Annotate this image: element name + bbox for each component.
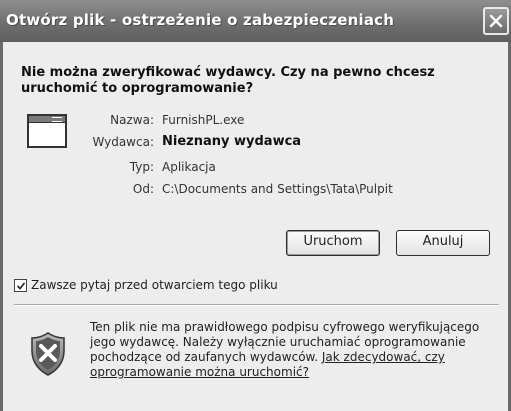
security-warning-dialog: Otwórz plik - ostrzeżenie o zabezpieczen… xyxy=(0,0,511,411)
title-bar[interactable]: Otwórz plik - ostrzeżenie o zabezpieczen… xyxy=(0,0,511,42)
window-title: Otwórz plik - ostrzeżenie o zabezpieczen… xyxy=(6,11,395,29)
type-label: Typ: xyxy=(129,160,154,174)
from-label: Od: xyxy=(132,182,154,196)
separator xyxy=(14,304,499,306)
warning-message: Ten plik nie ma prawidłowego podpisu cyf… xyxy=(90,320,490,380)
type-value: Aplikacja xyxy=(162,160,216,174)
name-value: FurnishPL.exe xyxy=(162,113,245,127)
checkmark-icon xyxy=(16,282,26,290)
always-ask-checkbox[interactable] xyxy=(14,279,27,292)
close-icon xyxy=(489,14,503,28)
publisher-label: Wydawca: xyxy=(92,135,154,149)
cancel-button[interactable]: Anuluj xyxy=(396,230,490,256)
application-window-icon xyxy=(27,114,67,148)
security-shield-icon xyxy=(31,332,65,376)
from-value: C:\Documents and Settings\Tata\Pulpit xyxy=(162,182,393,196)
name-label: Nazwa: xyxy=(110,113,154,127)
always-ask-label[interactable]: Zawsze pytaj przed otwarciem tego pliku xyxy=(31,278,278,292)
run-button[interactable]: Uruchom xyxy=(286,230,380,256)
close-button[interactable] xyxy=(483,7,509,35)
publisher-value: Nieznany wydawca xyxy=(162,134,302,149)
warning-question: Nie można zweryfikować wydawcy. Czy na p… xyxy=(21,65,435,96)
